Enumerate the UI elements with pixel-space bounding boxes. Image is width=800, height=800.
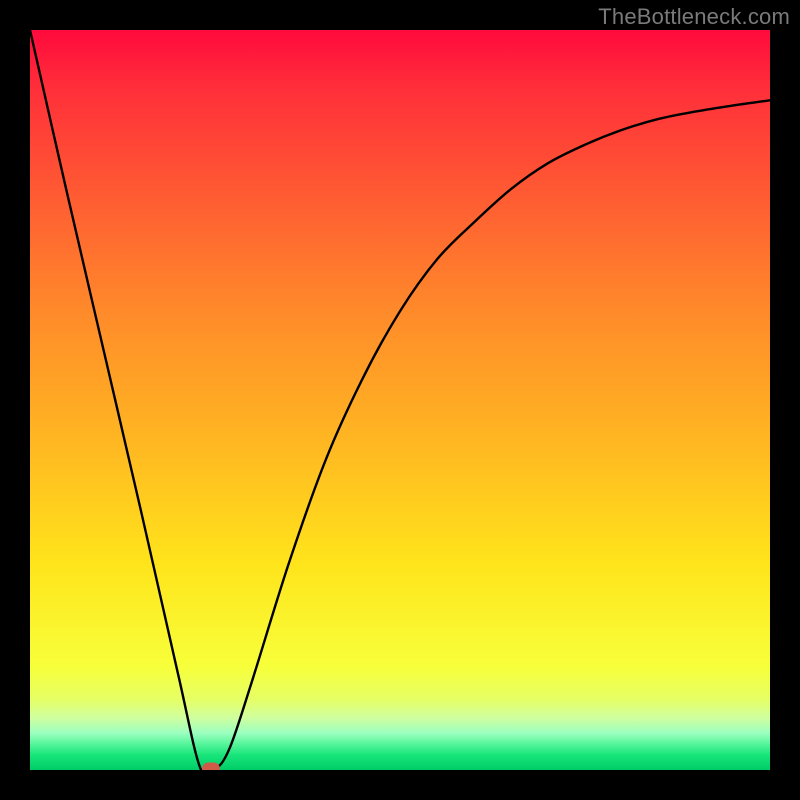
- curve-layer: [30, 30, 770, 770]
- optimal-point-marker: [202, 763, 220, 770]
- bottleneck-curve: [30, 30, 770, 770]
- watermark-text: TheBottleneck.com: [598, 4, 790, 30]
- plot-area: [30, 30, 770, 770]
- chart-frame: TheBottleneck.com: [0, 0, 800, 800]
